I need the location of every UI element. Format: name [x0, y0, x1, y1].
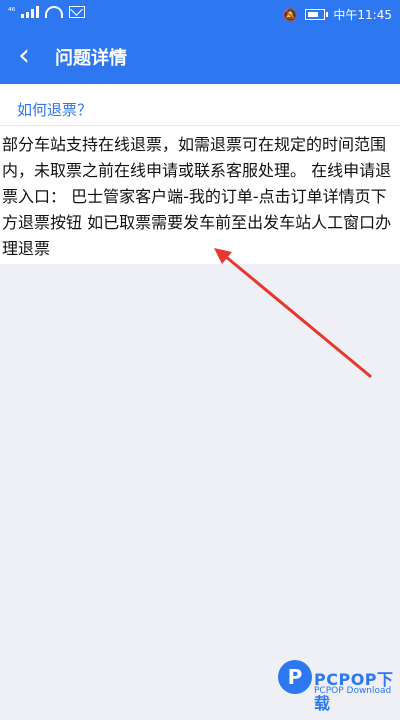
annotation-arrow-line	[223, 254, 372, 378]
annotation-overlay	[214, 248, 372, 378]
watermark-logo-icon: P	[278, 660, 312, 694]
watermark-subtitle: PCPOP Download	[314, 686, 392, 696]
annotation-arrow-head	[214, 248, 232, 264]
site-watermark: P PCPOP下载 PCPOP Download	[278, 658, 398, 720]
